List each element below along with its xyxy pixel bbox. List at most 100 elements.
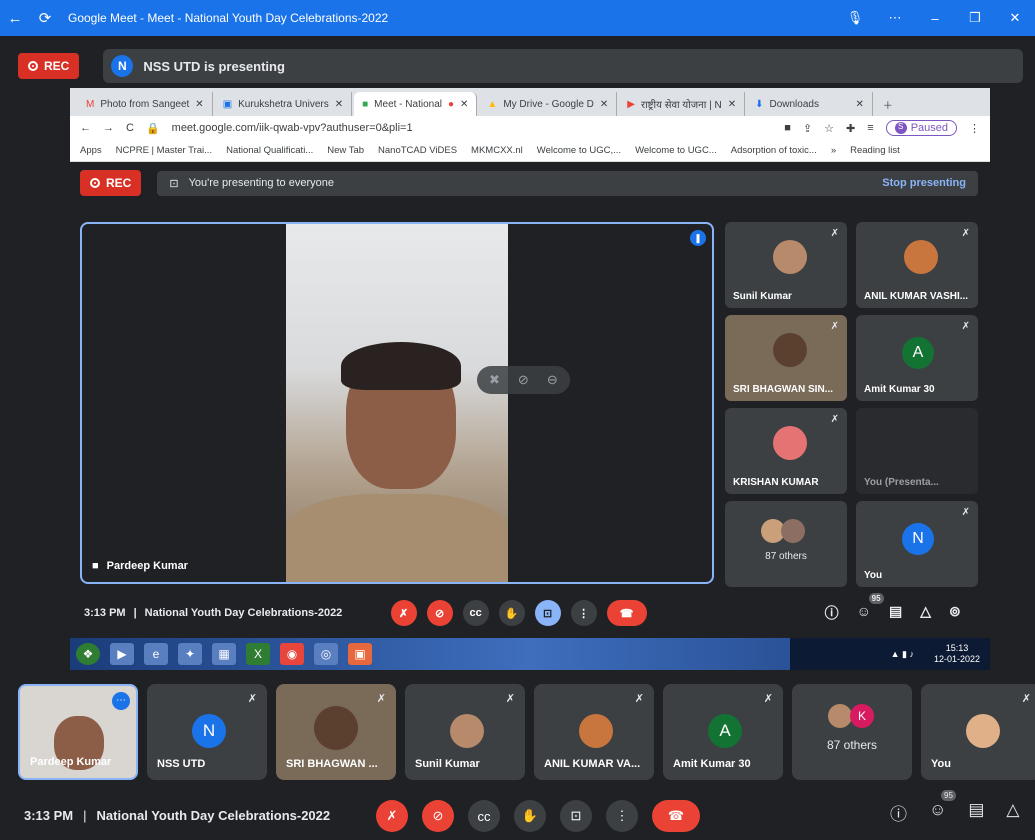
participant-tile[interactable]: ✗ ANIL KUMAR VASHI... xyxy=(856,222,978,308)
captions-button[interactable]: cc xyxy=(468,800,500,832)
star-icon[interactable]: ☆ xyxy=(824,122,834,135)
people-icon[interactable]: ☺ 95 xyxy=(929,790,956,825)
profile-button[interactable]: S Paused xyxy=(885,120,957,136)
more-options-button[interactable]: ⋮ xyxy=(570,600,597,626)
info-icon[interactable]: ⓘ xyxy=(825,603,839,623)
participant-name: ANIL KUMAR VASHI... xyxy=(864,291,969,302)
media-icon[interactable]: ◎ xyxy=(314,643,338,665)
folder-icon[interactable]: ▦ xyxy=(212,643,236,665)
pin-icon[interactable]: ✖ xyxy=(489,372,500,388)
host-controls-icon[interactable]: ⊚ xyxy=(949,603,961,623)
start-button[interactable]: ❖ xyxy=(76,643,100,665)
activities-icon[interactable]: △ xyxy=(1006,800,1019,825)
bookmark-item[interactable]: NanoTCAD ViDES xyxy=(378,145,457,156)
filmstrip-tile[interactable]: K 87 others xyxy=(792,684,912,780)
chat-icon[interactable]: ▤ xyxy=(968,800,984,825)
reading-list-link[interactable]: Reading list xyxy=(850,145,900,156)
more-options-button[interactable]: ⋮ xyxy=(606,800,638,832)
camera-off-button[interactable]: ⊘ xyxy=(426,600,453,626)
present-button[interactable]: ⊡ xyxy=(560,800,592,832)
remove-icon[interactable]: ⊖ xyxy=(547,372,558,388)
microphone-icon[interactable]: 🎙 xyxy=(835,10,875,26)
close-tab-icon[interactable]: ✕ xyxy=(728,99,736,110)
back-arrow-icon[interactable]: ← xyxy=(0,10,30,27)
restore-button[interactable]: ❐ xyxy=(955,10,995,26)
bookmark-overflow[interactable]: » xyxy=(831,145,836,156)
bookmark-item[interactable]: New Tab xyxy=(327,145,364,156)
camera-icon[interactable]: ■ xyxy=(784,122,791,134)
powerpoint-icon[interactable]: ▣ xyxy=(348,643,372,665)
ie-icon[interactable]: e xyxy=(144,643,168,665)
info-icon[interactable]: ⓘ xyxy=(890,800,907,825)
mic-off-button[interactable]: ✗ xyxy=(390,600,417,626)
browser-tab[interactable]: ▲ My Drive - Google D ✕ xyxy=(479,92,618,116)
participant-tile[interactable]: ✗ N You xyxy=(856,501,978,587)
raise-hand-button[interactable]: ✋ xyxy=(514,800,546,832)
people-icon[interactable]: ☺ 95 xyxy=(857,593,884,623)
bookmark-item[interactable]: National Qualificati... xyxy=(226,145,313,156)
activities-icon[interactable]: △ xyxy=(920,603,931,623)
participant-tile[interactable]: ✗ A Amit Kumar 30 xyxy=(856,315,978,401)
more-options-icon[interactable]: ⋯ xyxy=(875,10,915,26)
present-button[interactable]: ⊡ xyxy=(534,600,561,626)
extensions-icon[interactable]: ✚ xyxy=(846,122,855,135)
filmstrip-tile[interactable]: ✗ SRI BHAGWAN ... xyxy=(276,684,396,780)
stop-presenting-button[interactable]: Stop presenting xyxy=(882,177,966,189)
participant-tile[interactable]: ✗ SRI BHAGWAN SIN... xyxy=(725,315,847,401)
filmstrip-tile[interactable]: ✗ N NSS UTD xyxy=(147,684,267,780)
bookmark-item[interactable]: Welcome to UGC,... xyxy=(537,145,621,156)
bookmark-item[interactable]: Adsorption of toxic... xyxy=(731,145,817,156)
end-call-button[interactable]: ☎ xyxy=(652,800,700,832)
share-icon[interactable]: ⇪ xyxy=(803,122,812,135)
reload-icon[interactable]: C xyxy=(126,122,134,134)
captions-button[interactable]: cc xyxy=(462,600,489,626)
chat-icon[interactable]: ▤ xyxy=(889,603,902,623)
close-tab-icon[interactable]: ✕ xyxy=(460,99,468,110)
mic-off-button[interactable]: ✗ xyxy=(376,800,408,832)
participant-tile[interactable]: 87 others xyxy=(725,501,847,587)
filmstrip-tile[interactable]: ✗ A Amit Kumar 30 xyxy=(663,684,783,780)
end-call-button[interactable]: ☎ xyxy=(606,600,647,626)
browser-tab[interactable]: M Photo from Sangeet ✕ xyxy=(78,92,213,116)
bookmark-item[interactable]: Apps xyxy=(80,145,102,156)
minimize-button[interactable]: – xyxy=(915,11,955,26)
participant-tile[interactable]: ✗ KRISHAN KUMAR xyxy=(725,408,847,494)
recording-indicator[interactable]: REC xyxy=(18,53,80,79)
bookmark-item[interactable]: MKMCXX.nl xyxy=(471,145,523,156)
clock[interactable]: 15:13 12-01-2022 xyxy=(934,643,980,665)
filmstrip-tile[interactable]: ✗ You xyxy=(921,684,1035,780)
excel-icon[interactable]: X xyxy=(246,643,270,665)
browser-tab[interactable]: ▣ Kurukshetra Univers ✕ xyxy=(214,92,353,116)
close-tab-icon[interactable]: ✕ xyxy=(855,99,863,110)
url-field[interactable]: meet.google.com/iik-qwab-vpv?authuser=0&… xyxy=(172,122,773,134)
forward-icon[interactable]: → xyxy=(103,122,114,134)
more-options-icon[interactable]: ⋯ xyxy=(112,692,130,710)
chrome-icon[interactable]: ◉ xyxy=(280,643,304,665)
close-tab-icon[interactable]: ✕ xyxy=(600,99,608,110)
participant-tile[interactable]: ✗ Sunil Kumar xyxy=(725,222,847,308)
close-tab-icon[interactable]: ✕ xyxy=(195,99,203,110)
filmstrip-tile[interactable]: ✗ Sunil Kumar xyxy=(405,684,525,780)
media-player-icon[interactable]: ▶ xyxy=(110,643,134,665)
close-button[interactable]: ✕ xyxy=(995,10,1035,26)
browser-tab[interactable]: ▶ राष्ट्रीय सेवा योजना | N ✕ xyxy=(619,92,746,116)
app-icon[interactable]: ✦ xyxy=(178,643,202,665)
browser-tab-active[interactable]: ■ Meet - National ● ✕ xyxy=(354,92,478,116)
close-tab-icon[interactable]: ✕ xyxy=(335,99,343,110)
reading-list-icon[interactable]: ≡ xyxy=(867,122,873,134)
browser-tab[interactable]: ⬇ Downloads ✕ xyxy=(747,92,873,116)
participant-tile[interactable]: You (Presenta... xyxy=(856,408,978,494)
bookmark-item[interactable]: NCPRE | Master Trai... xyxy=(116,145,212,156)
new-tab-button[interactable]: ＋ xyxy=(874,92,901,116)
bookmark-item[interactable]: Welcome to UGC... xyxy=(635,145,717,156)
reload-icon[interactable]: ⟳ xyxy=(30,9,60,27)
raise-hand-button[interactable]: ✋ xyxy=(498,600,525,626)
filmstrip-tile[interactable]: ✗ ANIL KUMAR VA... xyxy=(534,684,654,780)
filmstrip-tile-self[interactable]: ⋯ Pardeep Kumar xyxy=(18,684,138,780)
main-video-tile[interactable]: ✖ ⊘ ⊖ ❚ ■ Pardeep Kumar xyxy=(80,222,714,584)
back-icon[interactable]: ← xyxy=(80,122,91,134)
camera-off-button[interactable]: ⊘ xyxy=(422,800,454,832)
mute-icon[interactable]: ⊘ xyxy=(518,372,529,388)
inner-recording-indicator[interactable]: REC xyxy=(80,170,142,196)
menu-icon[interactable]: ⋮ xyxy=(969,122,980,135)
